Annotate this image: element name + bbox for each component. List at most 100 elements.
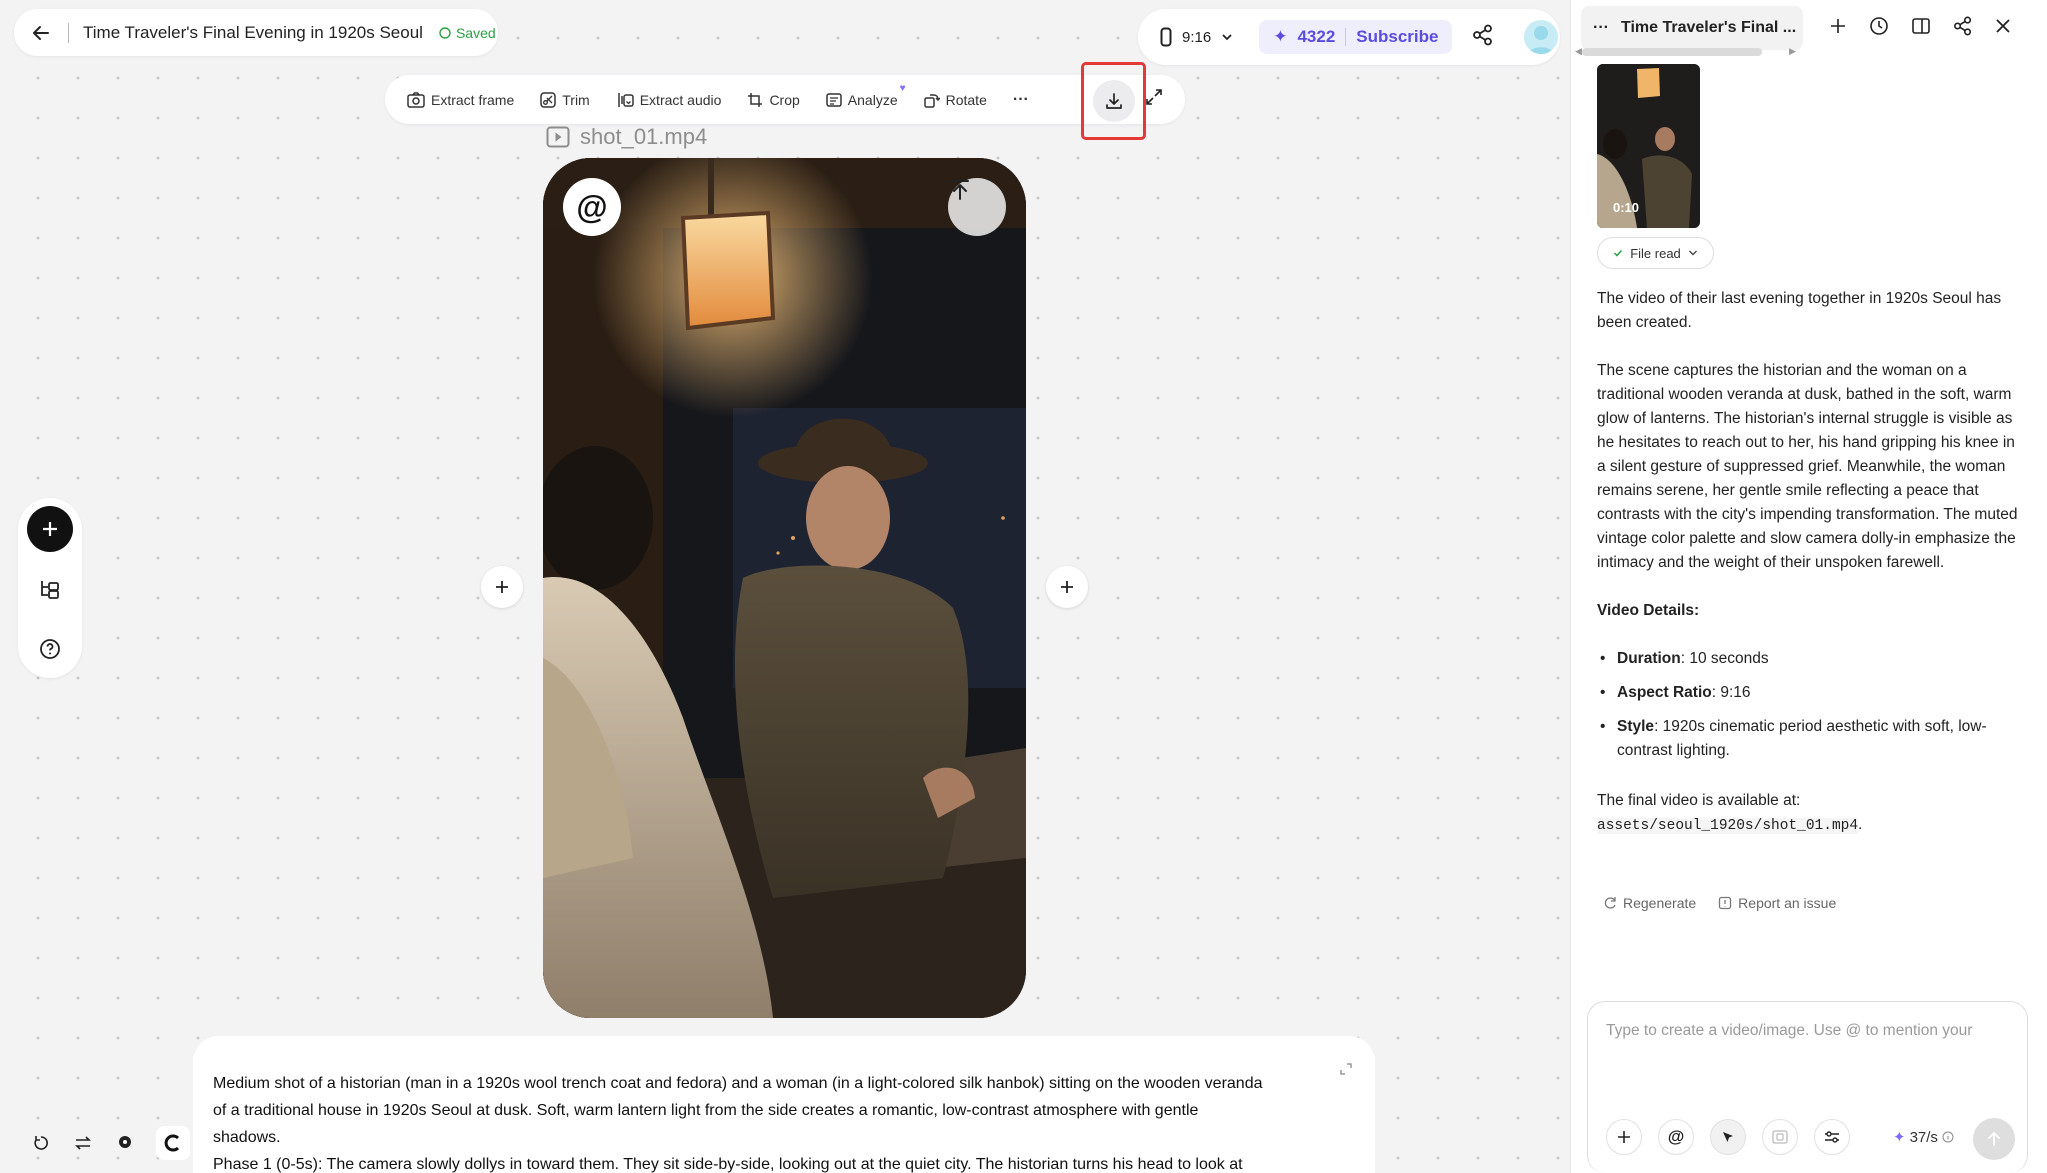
mention-chat-button[interactable]: @ [1658, 1119, 1694, 1155]
trim-button[interactable]: Trim [540, 91, 590, 108]
attach-button[interactable] [1606, 1119, 1642, 1155]
new-chat-button[interactable] [1829, 17, 1847, 40]
prompt-line-1: Medium shot of a historian (man in a 192… [213, 1075, 1263, 1092]
thumbnail-duration: 0:10 [1613, 200, 1640, 215]
chat-tools: @ [1606, 1119, 1850, 1155]
crop-button[interactable]: Crop [747, 92, 800, 108]
rotate-label: Rotate [945, 91, 987, 108]
swap-button[interactable] [72, 1132, 94, 1154]
project-title[interactable]: Time Traveler's Final Evening in 1920s S… [83, 23, 423, 43]
extract-frame-button[interactable]: Extract frame [407, 92, 514, 108]
bottom-tools [30, 1126, 190, 1160]
rotate-ccw-icon [34, 1136, 48, 1150]
detail-item: Style: 1920s cinematic period aesthetic … [1597, 715, 2027, 763]
detail-key: Duration [1617, 650, 1681, 667]
user-avatar[interactable] [1524, 20, 1559, 54]
sparkle-icon: ✦ [1893, 1129, 1906, 1146]
analyze-button[interactable]: Analyze ♥ [826, 83, 906, 108]
back-button[interactable] [14, 9, 68, 56]
add-node-button[interactable] [27, 506, 73, 552]
magnet-button[interactable] [156, 1126, 190, 1160]
layers-button[interactable] [27, 566, 73, 612]
upload-icon [951, 180, 969, 200]
help-button[interactable] [27, 626, 73, 672]
final-prefix: The final video is available at: [1597, 792, 1801, 809]
title-divider [68, 22, 69, 43]
undo-button[interactable] [30, 1132, 52, 1154]
video-file-icon [546, 126, 570, 148]
help-icon [40, 639, 60, 659]
report-icon [1719, 896, 1732, 910]
add-after-button[interactable] [1046, 566, 1088, 608]
rotate-icon [923, 93, 940, 108]
final-path-code[interactable]: assets/seoul_1920s/shot_01.mp4 [1597, 818, 1859, 834]
download-button[interactable] [1092, 80, 1135, 122]
cursor-mode-button[interactable] [1710, 1119, 1746, 1155]
detail-key: Style [1617, 718, 1655, 735]
final-path-line: The final video is available at: assets/… [1597, 789, 2027, 838]
tab-scrollbar[interactable] [1582, 48, 1762, 56]
report-issue-button[interactable]: Report an issue [1718, 895, 1836, 911]
aspect-ratio-select[interactable]: 9:16 [1160, 27, 1233, 47]
chat-input-placeholder[interactable]: Type to create a video/image. Use @ to m… [1606, 1022, 1972, 1040]
chat-tab-title: Time Traveler's Final ... [1620, 19, 1797, 36]
prompt-panel[interactable]: Medium shot of a historian (man in a 192… [193, 1036, 1375, 1173]
chat-input-box[interactable]: Type to create a video/image. Use @ to m… [1587, 1001, 2028, 1173]
close-sidebar-button[interactable] [1995, 18, 2011, 39]
avatar-icon [1528, 26, 1555, 54]
scroll-right-icon[interactable]: ▶ [1789, 46, 1796, 57]
new-badge-icon: ♥ [899, 82, 906, 94]
more-icon[interactable]: ··· [1593, 19, 1609, 37]
assistant-message: The video of their last evening together… [1597, 287, 2027, 862]
detail-item: Aspect Ratio: 9:16 [1597, 681, 2027, 705]
extract-audio-button[interactable]: Extract audio [616, 91, 722, 108]
detail-value: : 9:16 [1711, 684, 1751, 701]
regenerate-button[interactable]: Regenerate [1603, 895, 1696, 911]
add-before-button[interactable] [481, 566, 523, 608]
share-chat-button[interactable] [1953, 16, 1973, 41]
sidebar-actions [1829, 16, 2011, 41]
sparkle-icon: ✦ [1273, 27, 1288, 46]
credits-divider [1345, 28, 1347, 46]
layout-button[interactable] [1911, 16, 1931, 41]
share-icon [1473, 24, 1493, 45]
video-preview[interactable]: @ [543, 158, 1026, 1018]
video-thumbnail[interactable]: 0:10 [1597, 64, 1700, 228]
detail-item: Duration: 10 seconds [1597, 647, 2027, 671]
send-button[interactable] [1973, 1118, 2015, 1160]
message-paragraph-1: The video of their last evening together… [1597, 290, 2002, 331]
mention-button[interactable]: @ [563, 178, 621, 236]
image-mode-button[interactable] [1762, 1119, 1798, 1155]
download-icon [1105, 93, 1122, 109]
canvas[interactable]: Time Traveler's Final Evening in 1920s S… [0, 0, 1570, 1173]
extract-audio-label: Extract audio [639, 91, 722, 108]
file-read-toggle[interactable]: File read [1597, 237, 1714, 269]
download-highlight [1081, 62, 1146, 140]
subscribe-button[interactable]: Subscribe [1356, 27, 1438, 47]
camera-icon [407, 91, 425, 108]
prompt-expand-button[interactable] [1339, 1058, 1353, 1085]
credits-subscribe[interactable]: ✦ 4322 Subscribe [1259, 20, 1453, 54]
chat-tab[interactable]: ··· Time Traveler's Final ... [1581, 6, 1803, 50]
cursor-icon [1723, 1132, 1733, 1142]
sidebar-layout-icon [1912, 17, 1930, 34]
info-icon[interactable] [1942, 1131, 1954, 1143]
share-button[interactable] [1472, 24, 1494, 51]
sliders-icon [1825, 1131, 1839, 1143]
settings-sliders-button[interactable] [1814, 1119, 1850, 1155]
chevron-down-icon [1222, 34, 1232, 41]
rotate-button[interactable]: Rotate [923, 91, 987, 108]
location-button[interactable] [114, 1132, 136, 1154]
saved-status: Saved [439, 25, 496, 41]
trim-label: Trim [562, 91, 590, 108]
regenerate-label: Regenerate [1623, 895, 1697, 911]
details-list: Duration: 10 seconds Aspect Ratio: 9:16 … [1597, 647, 2027, 763]
upload-button[interactable] [948, 178, 1006, 236]
more-options-button[interactable]: ··· [1013, 91, 1029, 109]
history-button[interactable] [1869, 16, 1889, 41]
file-read-label: File read [1630, 245, 1681, 261]
scroll-left-icon[interactable]: ◀ [1575, 46, 1582, 57]
arrow-up-icon [1988, 1131, 2000, 1146]
fullscreen-button[interactable] [1145, 88, 1163, 111]
check-icon [1614, 249, 1623, 257]
